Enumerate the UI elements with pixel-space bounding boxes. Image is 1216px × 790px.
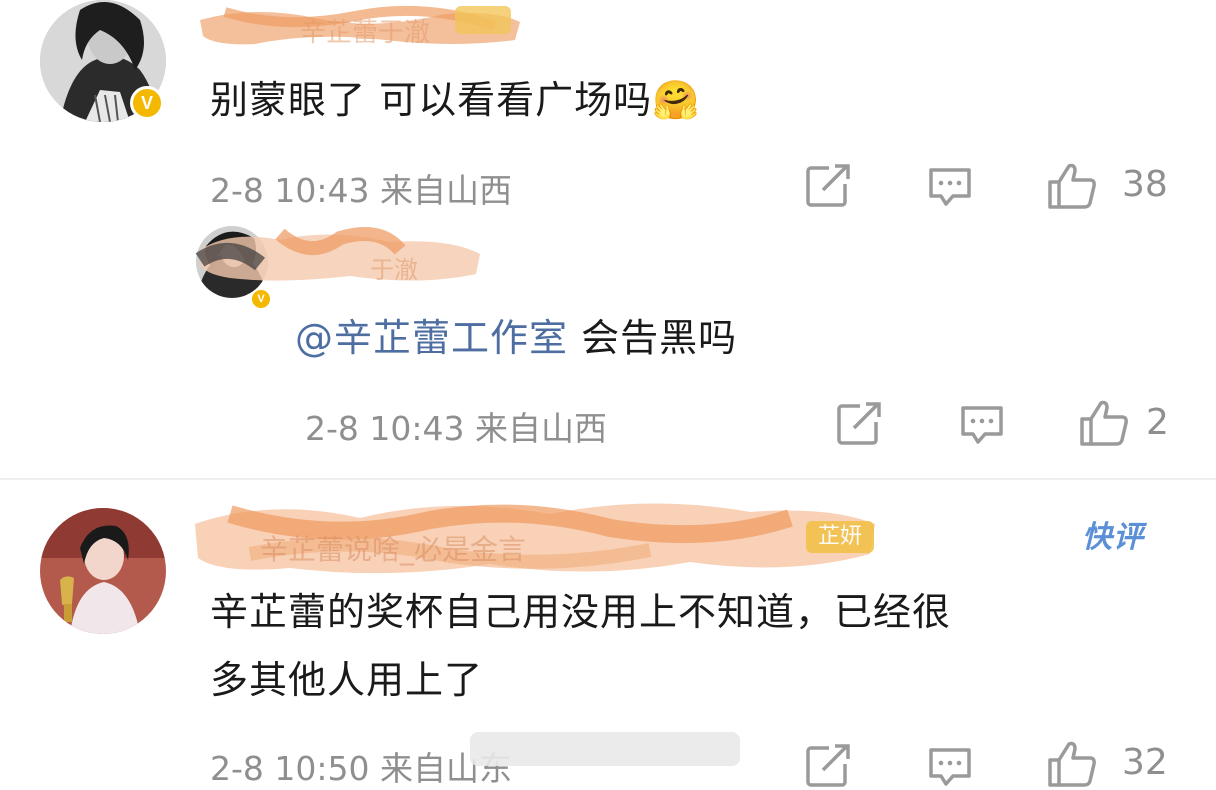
- verified-badge-icon: V: [250, 288, 272, 310]
- comment-meta: 2-8 10:43 来自山西: [210, 164, 512, 212]
- like-count: 38: [1122, 164, 1168, 205]
- share-edit-icon[interactable]: [805, 164, 851, 208]
- thumbs-up-icon[interactable]: [1078, 399, 1130, 447]
- quick-comment-tag: 快评: [1082, 520, 1144, 555]
- avatar[interactable]: [40, 508, 166, 634]
- username: 辛芷蕾于澈: [300, 18, 431, 48]
- comment-time: 2-8 10:50: [210, 749, 370, 788]
- comment-meta: 2-8 10:50 来自山东: [210, 742, 512, 790]
- share-edit-icon[interactable]: [836, 402, 882, 446]
- username: 于澈: [370, 256, 418, 284]
- comment-time: 2-8 10:43: [210, 171, 370, 210]
- like-count: 2: [1146, 402, 1169, 443]
- thumbs-up-icon[interactable]: [1046, 162, 1098, 210]
- name-badge: 芷妍: [806, 521, 874, 553]
- reply-time: 2-8 10:43: [305, 409, 465, 448]
- divider: [0, 478, 1216, 480]
- comment-bubble-icon[interactable]: [959, 404, 1005, 446]
- verified-badge-icon: V: [130, 86, 164, 120]
- comment-bubble-icon[interactable]: [927, 166, 973, 208]
- reply-text: @辛芷蕾工作室 会告黑吗: [295, 312, 737, 364]
- like-count: 32: [1122, 742, 1168, 783]
- comment-location: 来自山西: [380, 171, 512, 210]
- reply-body: 会告黑吗: [568, 316, 738, 360]
- username-obscured[interactable]: [190, 220, 490, 290]
- comment-text-line2: 多其他人用上了: [210, 658, 484, 702]
- mention-link[interactable]: @辛芷蕾工作室: [295, 316, 568, 360]
- thumbs-up-icon[interactable]: [1046, 740, 1098, 788]
- comment-text-line1: 辛芷蕾的奖杯自己用没用上不知道，已经很: [210, 590, 952, 634]
- watermark-blur: [470, 732, 740, 766]
- comment-text: 别蒙眼了 可以看看广场吗🤗: [210, 78, 701, 122]
- comment-bubble-icon[interactable]: [927, 746, 973, 788]
- username: 辛芷蕾说啥_必是金言: [260, 533, 527, 566]
- reply-meta: 2-8 10:43 来自山西: [305, 402, 607, 450]
- share-edit-icon[interactable]: [805, 744, 851, 788]
- reply-location: 来自山西: [475, 409, 607, 448]
